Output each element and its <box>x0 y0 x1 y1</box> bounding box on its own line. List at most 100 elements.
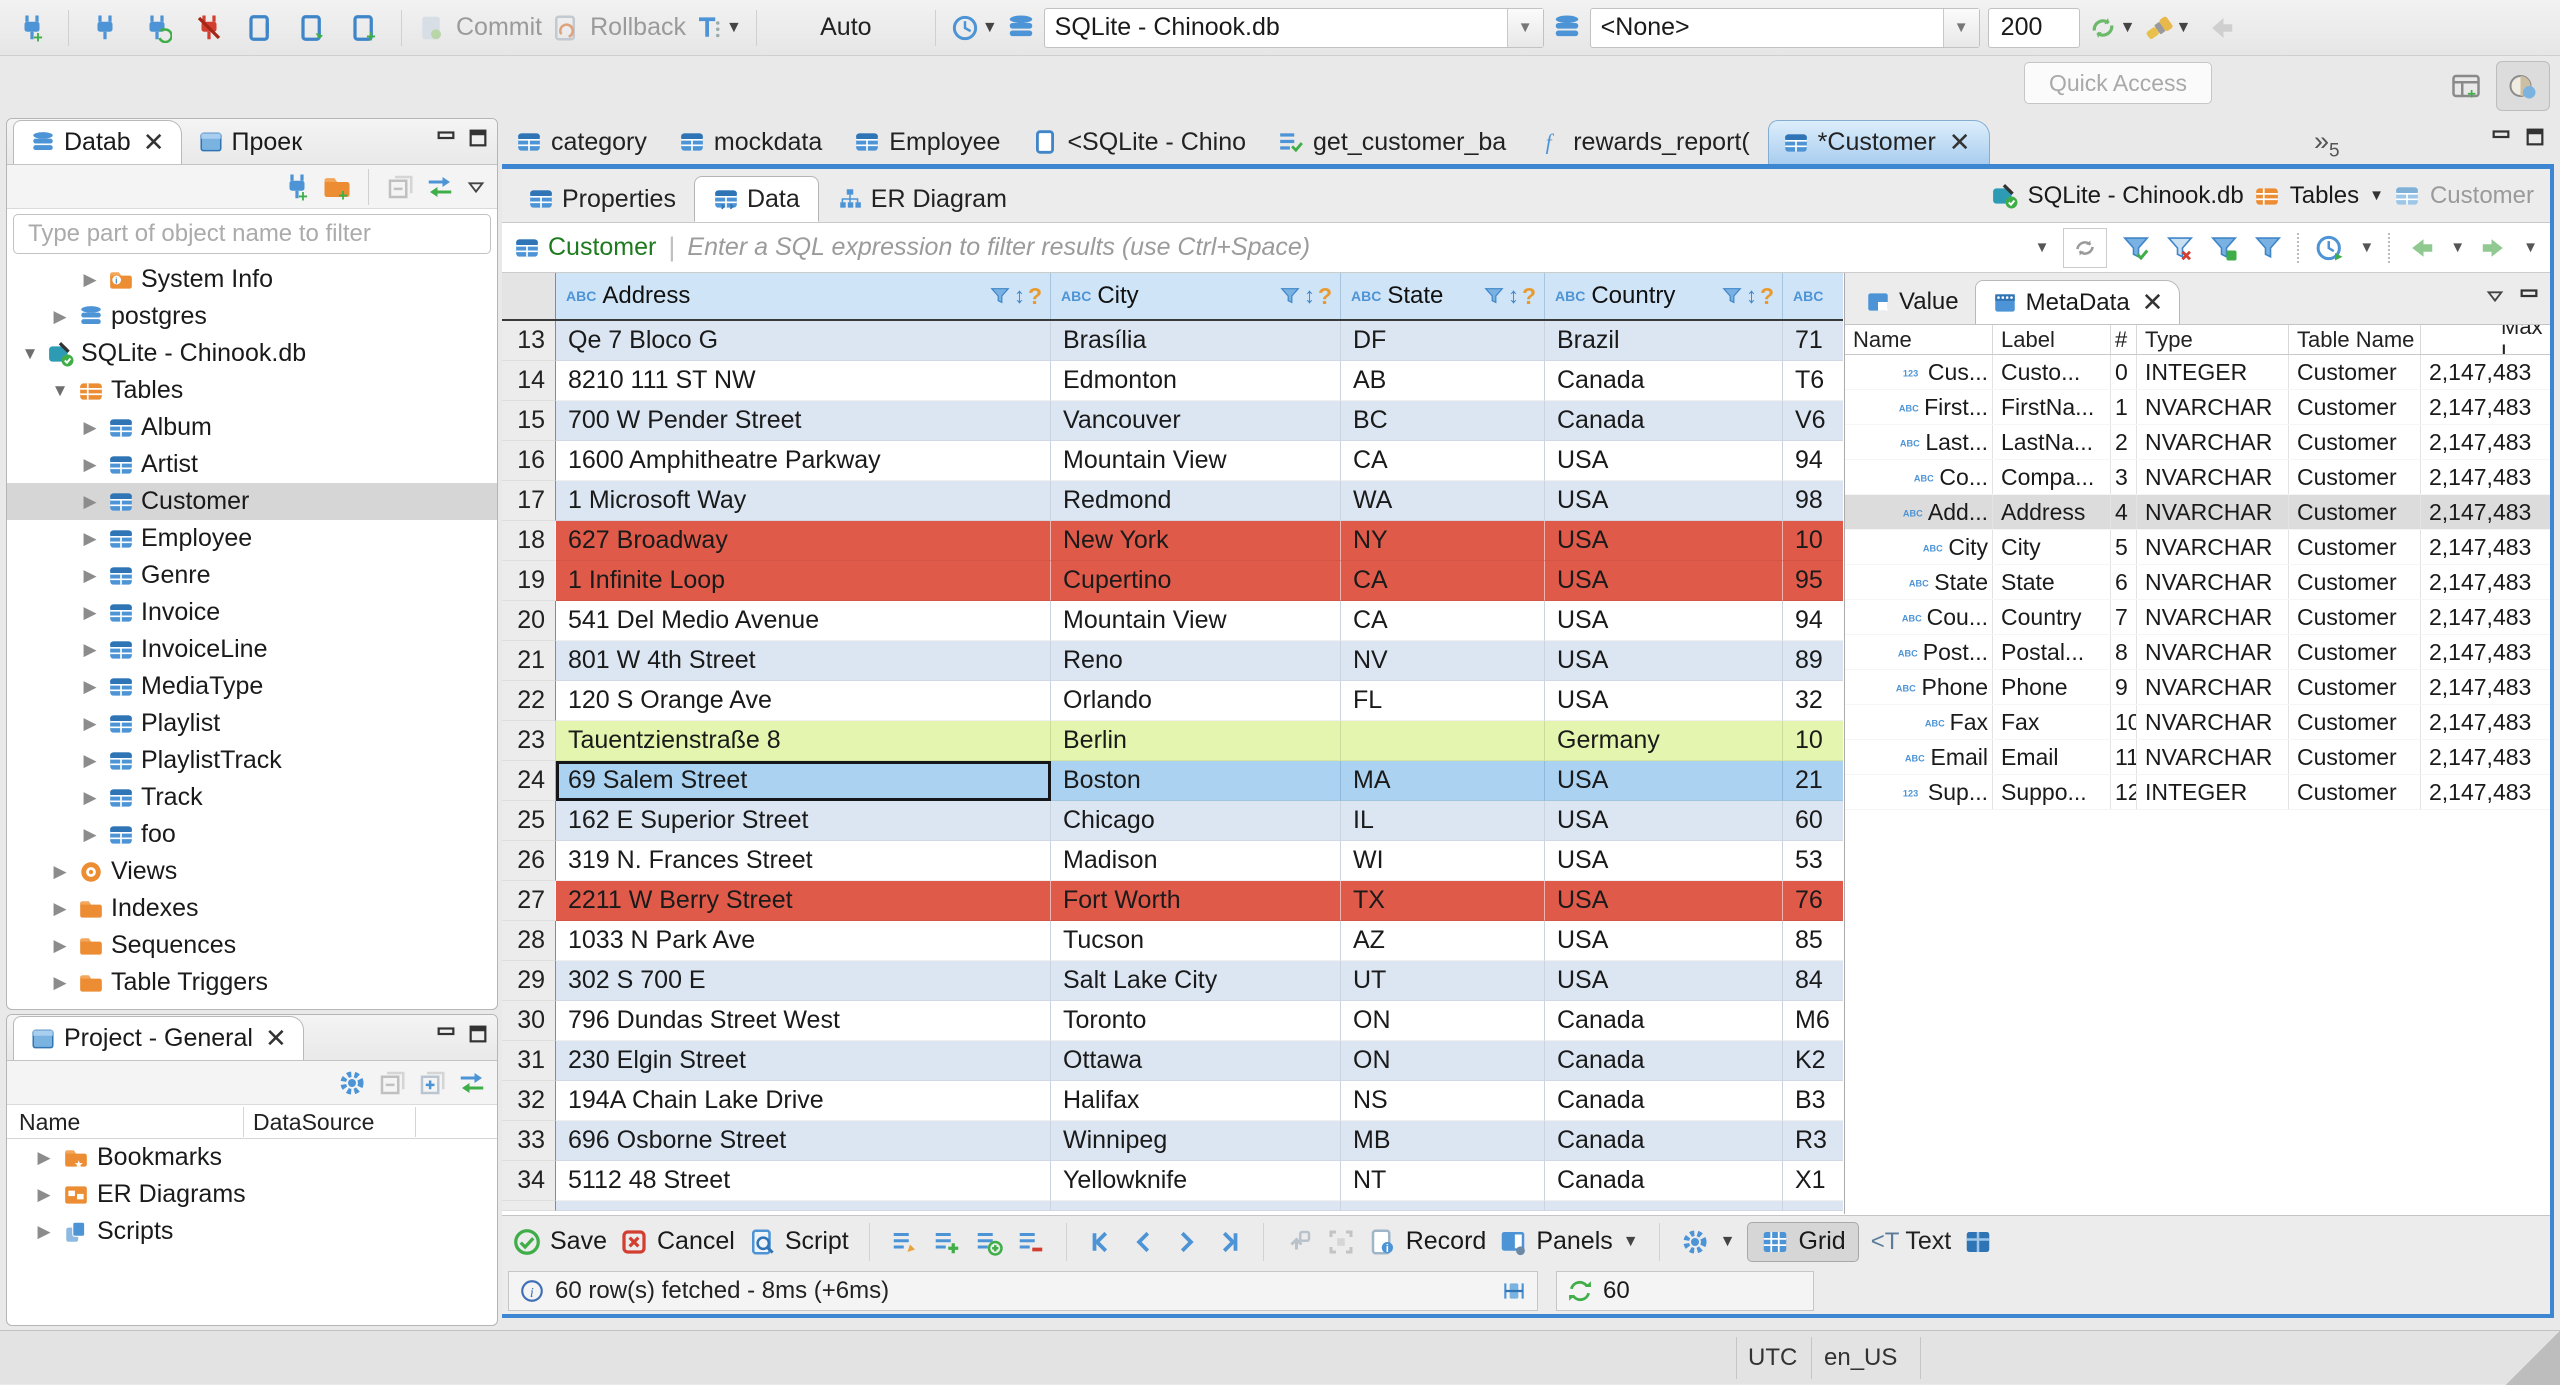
fetch-size-icon[interactable] <box>1501 1278 1527 1304</box>
row-number-cell[interactable]: 34 <box>502 1161 556 1201</box>
address-cell[interactable]: 120 S Orange Ave <box>556 681 1051 721</box>
new-connection-icon[interactable]: + <box>282 172 312 202</box>
postalcode-cell[interactable]: 95 <box>1783 561 1843 601</box>
postalcode-cell[interactable]: 53 <box>1783 841 1843 881</box>
grid-row[interactable] <box>502 1201 1843 1211</box>
country-cell[interactable]: USA <box>1545 521 1783 561</box>
country-cell[interactable]: Canada <box>1545 361 1783 401</box>
row-number-cell[interactable]: 25 <box>502 801 556 841</box>
country-cell[interactable]: Brazil <box>1545 321 1783 361</box>
tree-expander-icon[interactable] <box>79 677 101 697</box>
new-sql-script-button[interactable]: + <box>343 6 387 50</box>
row-number-cell[interactable]: 23 <box>502 721 556 761</box>
panels-button[interactable]: Panels ▼ <box>1498 1227 1639 1257</box>
city-cell[interactable]: Toronto <box>1051 1001 1341 1041</box>
duplicate-row-icon[interactable] <box>974 1227 1004 1257</box>
city-cell[interactable]: Boston <box>1051 761 1341 801</box>
tree-item[interactable]: Sequences <box>7 927 497 964</box>
metadata-row[interactable]: ABC State State 6 NVARCHAR Customer 2,14… <box>1845 565 2550 600</box>
editor-tab[interactable]: <SQLite - Chino <box>1018 120 1264 164</box>
city-cell[interactable]: Madison <box>1051 841 1341 881</box>
address-cell[interactable]: 319 N. Frances Street <box>556 841 1051 881</box>
dbeaver-perspective-button[interactable] <box>2496 61 2550 111</box>
row-number-cell[interactable]: 18 <box>502 521 556 561</box>
tree-expander-icon[interactable] <box>79 455 101 475</box>
tree-item[interactable]: MediaType <box>7 668 497 705</box>
grid-row[interactable]: 27 2211 W Berry Street Fort Worth TX USA… <box>502 881 1843 921</box>
grid-column-header[interactable]: ABC City ↕ ? <box>1051 273 1341 319</box>
tree-item[interactable]: Playlist <box>7 705 497 742</box>
editor-tab[interactable]: *Customer ✕ <box>1767 120 1990 164</box>
row-number-cell[interactable]: 33 <box>502 1121 556 1161</box>
country-cell[interactable]: USA <box>1545 561 1783 601</box>
editor-tab[interactable]: get_customer_ba <box>1264 120 1524 164</box>
city-cell[interactable]: Fort Worth <box>1051 881 1341 921</box>
row-number-cell[interactable] <box>502 1201 556 1211</box>
country-cell[interactable]: USA <box>1545 441 1783 481</box>
minimize-icon[interactable] <box>2490 126 2512 148</box>
expand-all-icon[interactable] <box>417 1068 447 1098</box>
row-number-cell[interactable]: 13 <box>502 321 556 361</box>
postalcode-cell[interactable]: 98 <box>1783 481 1843 521</box>
country-cell[interactable]: Canada <box>1545 1081 1783 1121</box>
state-cell[interactable]: AB <box>1341 361 1545 401</box>
postalcode-cell[interactable]: 10 <box>1783 521 1843 561</box>
address-cell[interactable]: Qe 7 Bloco G <box>556 321 1051 361</box>
metadata-row[interactable]: 123 Cus... Custo... 0 INTEGER Customer 2… <box>1845 355 2550 390</box>
metadata-row[interactable]: ABC City City 5 NVARCHAR Customer 2,147,… <box>1845 530 2550 565</box>
tree-item[interactable]: Indexes <box>7 890 497 927</box>
address-cell[interactable]: 801 W 4th Street <box>556 641 1051 681</box>
resize-grip[interactable] <box>2506 1331 2560 1385</box>
row-number-cell[interactable]: 14 <box>502 361 556 401</box>
tree-expander-icon[interactable] <box>49 381 71 401</box>
grid-row[interactable]: 28 1033 N Park Ave Tucson AZ USA 85 <box>502 921 1843 961</box>
row-number-cell[interactable]: 29 <box>502 961 556 1001</box>
city-cell[interactable] <box>1051 1201 1341 1211</box>
meta-col-label[interactable]: Label <box>2001 327 2055 353</box>
maximize-icon[interactable] <box>467 127 489 149</box>
disconnect-button[interactable] <box>187 6 231 50</box>
tree-expander-icon[interactable] <box>49 899 71 919</box>
tree-expander-icon[interactable] <box>33 1222 55 1242</box>
refresh-button[interactable] <box>2063 227 2108 268</box>
row-number-cell[interactable]: 27 <box>502 881 556 921</box>
country-cell[interactable]: USA <box>1545 841 1783 881</box>
open-perspective-button[interactable]: + <box>2444 64 2488 108</box>
address-cell[interactable]: 162 E Superior Street <box>556 801 1051 841</box>
save-button[interactable]: Save <box>512 1227 607 1257</box>
close-icon[interactable]: ✕ <box>265 1023 287 1054</box>
tree-item[interactable]: i System Info <box>7 261 497 298</box>
grid-row[interactable]: 31 230 Elgin Street Ottawa ON Canada K2 <box>502 1041 1843 1081</box>
city-cell[interactable]: New York <box>1051 521 1341 561</box>
column-hint-icon[interactable]: ? <box>1760 283 1774 310</box>
record-button[interactable]: i Record <box>1368 1227 1486 1257</box>
next-row-icon[interactable] <box>1171 1227 1201 1257</box>
column-hint-icon[interactable]: ? <box>1318 283 1332 310</box>
grid-row[interactable]: 22 120 S Orange Ave Orlando FL USA 32 <box>502 681 1843 721</box>
row-number-cell[interactable]: 19 <box>502 561 556 601</box>
view-menu-icon[interactable] <box>2484 285 2506 307</box>
delete-row-icon[interactable] <box>1016 1227 1046 1257</box>
row-number-cell[interactable]: 16 <box>502 441 556 481</box>
text-view-button[interactable]: <T Text <box>1871 1227 1952 1256</box>
state-cell[interactable]: MA <box>1341 761 1545 801</box>
state-cell[interactable]: UT <box>1341 961 1545 1001</box>
refresh-count-box[interactable]: 60 <box>1556 1270 1814 1311</box>
address-cell[interactable]: 230 Elgin Street <box>556 1041 1051 1081</box>
city-cell[interactable]: Edmonton <box>1051 361 1341 401</box>
tree-expander-icon[interactable] <box>79 603 101 623</box>
postalcode-cell[interactable]: 89 <box>1783 641 1843 681</box>
address-cell[interactable]: 8210 111 ST NW <box>556 361 1051 401</box>
state-cell[interactable]: ON <box>1341 1001 1545 1041</box>
country-cell[interactable]: USA <box>1545 681 1783 721</box>
grid-column-header-partial[interactable]: ABC <box>1783 273 1843 319</box>
state-cell[interactable]: NS <box>1341 1081 1545 1121</box>
tree-expander-icon[interactable] <box>49 307 71 327</box>
previous-row-icon[interactable] <box>1129 1227 1159 1257</box>
grid-column-header[interactable]: ABC State ↕ ? <box>1341 273 1545 319</box>
grid-row[interactable]: 33 696 Osborne Street Winnipeg MB Canada… <box>502 1121 1843 1161</box>
collapse-all-icon[interactable] <box>377 1068 407 1098</box>
metadata-row[interactable]: ABC Post... Postal... 8 NVARCHAR Custome… <box>1845 635 2550 670</box>
value-panel-icon[interactable] <box>1963 1227 1993 1257</box>
reconnect-button[interactable] <box>135 6 179 50</box>
